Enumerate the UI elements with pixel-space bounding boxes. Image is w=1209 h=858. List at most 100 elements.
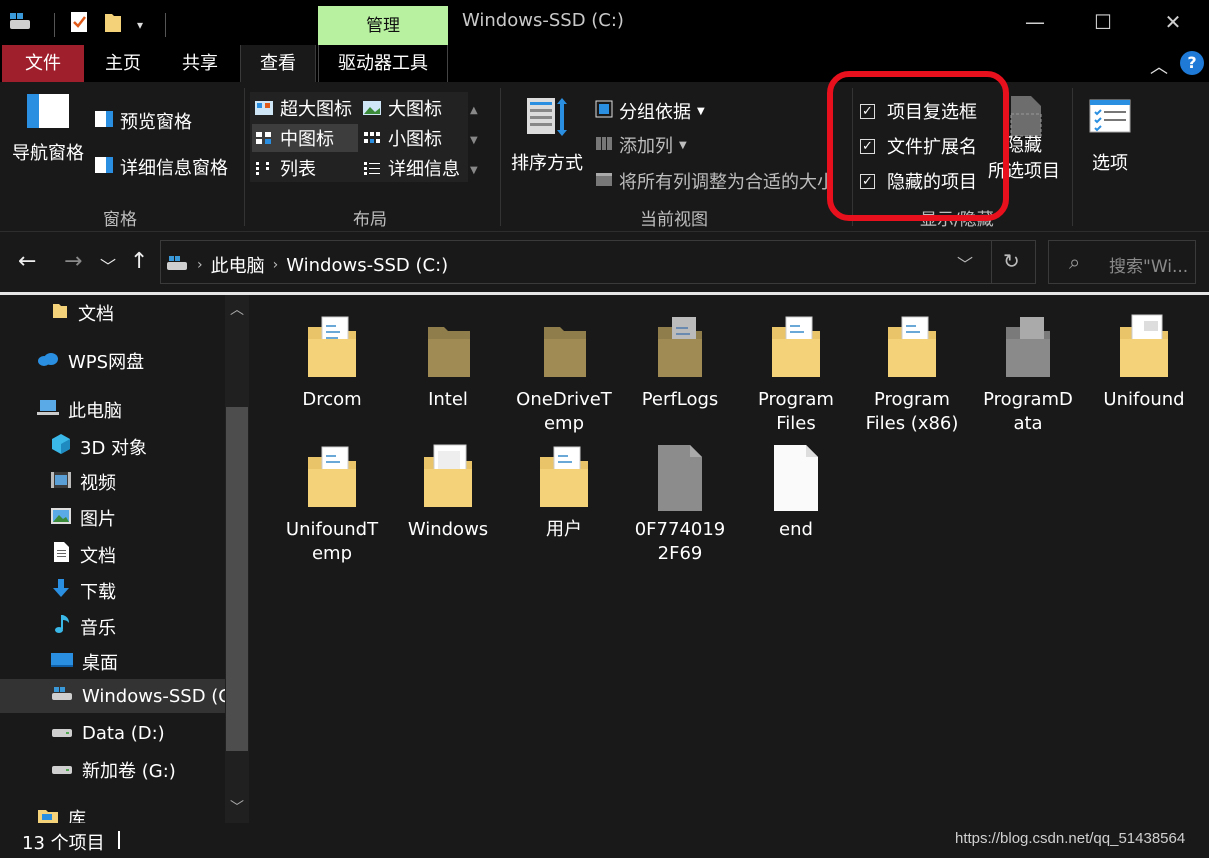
current-view-group-label: 当前视图 xyxy=(640,210,708,230)
nav-item-label: 视频 xyxy=(80,473,116,494)
folder-icon xyxy=(1114,314,1174,386)
address-dropdown-chevron-icon[interactable]: ﹀ xyxy=(957,251,973,275)
recent-locations-chevron-icon[interactable]: ﹀ xyxy=(100,253,116,277)
help-icon[interactable]: ? xyxy=(1180,51,1204,75)
new-folder-icon[interactable] xyxy=(103,10,123,39)
sort-by-button[interactable]: 排序方式 xyxy=(511,94,583,175)
generic-file-icon xyxy=(650,445,710,516)
size-columns-button[interactable]: 将所有列调整为合适的大小 xyxy=(595,168,831,194)
layout-gallery: 超大图标 大图标 中图标 小图标 列表 详细信息 xyxy=(250,92,468,182)
cube-icon xyxy=(50,433,72,460)
add-columns-button[interactable]: 添加列 ▼ xyxy=(595,132,687,158)
up-arrow-icon[interactable]: ↑ xyxy=(130,249,148,274)
details-pane-button[interactable]: 详细信息窗格 xyxy=(94,154,228,180)
customize-toolbar-icon[interactable]: ▾ xyxy=(137,18,143,32)
scroll-up-chevron-icon[interactable]: ︿ xyxy=(230,299,244,319)
navigation-pane-button[interactable]: 导航窗格 xyxy=(12,92,84,165)
nav-item-this-pc[interactable]: 此电脑 xyxy=(36,397,122,423)
nav-pane-scrollbar-thumb[interactable] xyxy=(226,407,248,751)
nav-item-wps-cloud[interactable]: WPS网盘 xyxy=(36,348,144,374)
folder-windows[interactable]: Windows xyxy=(392,439,504,542)
size-columns-icon xyxy=(595,170,613,193)
folder-onedrivetemp[interactable]: OneDriveT emp xyxy=(508,309,620,436)
nav-item-pictures[interactable]: 图片 xyxy=(50,505,116,531)
nav-item-documents[interactable]: 文档 xyxy=(50,541,116,568)
file-name: 0F774019 2F69 xyxy=(634,519,726,564)
layout-item-label: 小图标 xyxy=(388,129,442,150)
file-name: ProgramD ata xyxy=(983,389,1073,434)
sort-by-label: 排序方式 xyxy=(511,153,583,174)
breadcrumb-drive-c[interactable]: Windows-SSD (C:) xyxy=(286,255,448,276)
folder-unifoundtemp[interactable]: UnifoundT emp xyxy=(276,439,388,566)
scroll-down-chevron-icon[interactable]: ﹀ xyxy=(230,797,244,817)
options-icon xyxy=(1088,98,1132,139)
chevron-right-icon[interactable]: › xyxy=(197,257,203,273)
layout-scroll-arrows[interactable]: ▲ ▼ ▼ xyxy=(470,96,478,186)
tab-view[interactable]: 查看 xyxy=(240,45,316,82)
options-label: 选项 xyxy=(1092,153,1128,174)
tab-home[interactable]: 主页 xyxy=(88,45,158,82)
toolbar-divider xyxy=(54,12,55,37)
nav-item-videos[interactable]: 视频 xyxy=(50,469,116,495)
layout-list[interactable]: 列表 xyxy=(254,154,316,182)
layout-small-icons[interactable]: 小图标 xyxy=(362,124,442,152)
breadcrumb-this-pc[interactable]: 此电脑 xyxy=(211,252,265,278)
forward-arrow-icon[interactable]: → xyxy=(64,249,82,274)
video-icon xyxy=(50,470,72,495)
drive-icon xyxy=(8,11,32,38)
collapse-ribbon-icon[interactable]: ︿ xyxy=(1150,53,1168,79)
folder-program-files[interactable]: Program Files xyxy=(740,309,852,436)
folder-program-files-x86[interactable]: Program Files (x86) xyxy=(856,309,968,436)
file-0f7740192f69[interactable]: 0F774019 2F69 xyxy=(624,439,736,566)
folder-users[interactable]: 用户 xyxy=(508,439,620,542)
folder-unifound[interactable]: Unifound xyxy=(1088,309,1200,412)
layout-large-icons[interactable]: 大图标 xyxy=(362,94,442,122)
options-button[interactable]: 选项 xyxy=(1088,98,1132,175)
layout-item-label: 列表 xyxy=(280,159,316,180)
nav-item-music[interactable]: 音乐 xyxy=(50,613,116,640)
file-name: Drcom xyxy=(302,389,362,410)
nav-item-drive-d[interactable]: Data (D:) xyxy=(50,721,165,746)
chevron-right-icon[interactable]: › xyxy=(273,257,279,273)
folder-perflogs[interactable]: PerfLogs xyxy=(624,309,736,412)
drive-icon xyxy=(165,253,189,278)
folder-intel[interactable]: Intel xyxy=(392,309,504,412)
file-name: end xyxy=(779,519,813,540)
nav-item-desktop[interactable]: 桌面 xyxy=(50,649,118,675)
nav-item-downloads[interactable]: 下载 xyxy=(50,577,116,604)
library-icon xyxy=(36,806,60,823)
file-name: PerfLogs xyxy=(641,389,719,410)
group-by-button[interactable]: 分组依据 ▼ xyxy=(595,98,705,124)
drive-icon xyxy=(50,684,74,709)
preview-pane-button[interactable]: 预览窗格 xyxy=(94,108,192,134)
extra-large-icons-icon xyxy=(254,100,274,116)
minimize-button[interactable]: — xyxy=(1020,8,1050,36)
tab-drive-tools[interactable]: 驱动器工具 xyxy=(318,45,448,82)
layout-medium-icons[interactable]: 中图标 xyxy=(252,124,358,152)
group-by-label: 分组依据 xyxy=(619,102,691,123)
hidden-folder-icon xyxy=(998,317,1058,386)
nav-item-label: 文档 xyxy=(78,304,114,325)
desktop-icon xyxy=(50,650,74,675)
address-bar[interactable]: › 此电脑 › Windows-SSD (C:) ﹀ ↻ xyxy=(160,240,1036,284)
picture-icon xyxy=(50,506,72,531)
tab-file[interactable]: 文件 xyxy=(2,45,84,82)
folder-drcom[interactable]: Drcom xyxy=(276,309,388,412)
file-end[interactable]: end xyxy=(740,439,852,542)
nav-item-drive-c[interactable]: Windows-SSD (C xyxy=(0,679,231,713)
back-arrow-icon[interactable]: ← xyxy=(18,249,36,274)
refresh-icon[interactable]: ↻ xyxy=(1003,249,1020,273)
properties-icon[interactable] xyxy=(69,10,89,39)
manage-context-tab[interactable]: 管理 xyxy=(318,6,448,45)
nav-item-documents-quick[interactable]: 文档 xyxy=(50,300,114,326)
layout-extra-large-icons[interactable]: 超大图标 xyxy=(254,94,352,122)
maximize-button[interactable]: ☐ xyxy=(1088,8,1118,36)
tab-share[interactable]: 共享 xyxy=(162,45,238,82)
close-button[interactable]: ✕ xyxy=(1158,8,1188,36)
folder-programdata[interactable]: ProgramD ata xyxy=(972,309,1084,436)
nav-item-libraries[interactable]: 库 xyxy=(36,805,86,823)
search-box[interactable]: ⌕ 搜索"Wi... xyxy=(1048,240,1196,284)
nav-item-3d-objects[interactable]: 3D 对象 xyxy=(50,433,147,460)
layout-details[interactable]: 详细信息 xyxy=(362,154,460,182)
nav-item-drive-g[interactable]: 新加卷 (G:) xyxy=(50,757,176,783)
